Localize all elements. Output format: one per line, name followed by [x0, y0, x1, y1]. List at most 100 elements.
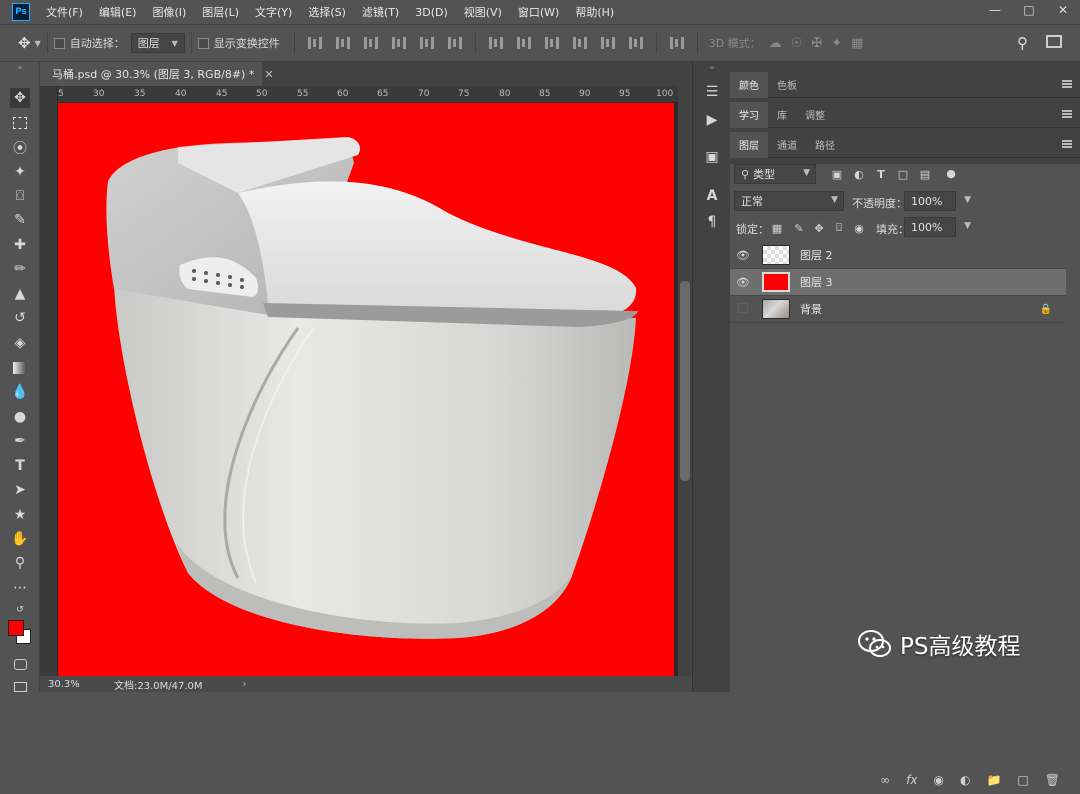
tab-learn[interactable]: 学习	[730, 101, 768, 128]
add-mask-icon[interactable]: ◉	[934, 773, 944, 787]
healing-brush-icon[interactable]: ✚	[10, 235, 30, 255]
lock-transparent-icon[interactable]: ▦	[770, 221, 784, 235]
blend-mode-dropdown[interactable]: 正常 ▼	[734, 191, 844, 211]
show-transform-checkbox[interactable]	[197, 37, 209, 49]
distribute-hcenter-icon[interactable]	[600, 37, 615, 49]
type-tool-icon[interactable]: T	[10, 456, 30, 476]
chevron-down-icon[interactable]: ▼	[964, 221, 971, 231]
filter-shape-icon[interactable]: □	[896, 167, 910, 181]
search-icon[interactable]: ⚲	[1017, 34, 1028, 52]
tab-swatches[interactable]: 色板	[768, 72, 806, 98]
layer-name[interactable]: 图层 2	[800, 247, 833, 263]
gradient-tool-icon[interactable]	[10, 358, 30, 378]
link-layers-icon[interactable]: ∞	[880, 773, 890, 787]
quick-mask-icon[interactable]	[10, 654, 30, 674]
menu-type[interactable]: 文字(Y)	[255, 4, 292, 20]
path-selection-icon[interactable]: ➤	[10, 480, 30, 500]
history-panel-icon[interactable]: ☰	[702, 82, 722, 102]
panel-menu-icon[interactable]	[1062, 140, 1072, 148]
menu-layer[interactable]: 图层(L)	[202, 4, 239, 20]
menu-file[interactable]: 文件(F)	[46, 4, 83, 20]
3d-panel-icon[interactable]: ▣	[702, 147, 722, 167]
lock-artboard-icon[interactable]: ⌼	[832, 221, 846, 235]
chevron-down-icon[interactable]: ▼	[964, 195, 971, 205]
filter-toggle-icon[interactable]: ●	[944, 166, 958, 180]
align-hcenter-icon[interactable]	[419, 37, 434, 49]
filter-type-icon[interactable]: T	[874, 167, 888, 181]
filter-pixel-icon[interactable]: ▣	[830, 167, 844, 181]
auto-select-checkbox[interactable]	[53, 37, 65, 49]
layer-name[interactable]: 背景	[800, 301, 822, 317]
menu-window[interactable]: 窗口(W)	[518, 4, 559, 20]
marquee-tool-icon[interactable]	[10, 113, 30, 133]
status-chevron-icon[interactable]: ›	[243, 679, 247, 690]
distribute-left-icon[interactable]	[572, 37, 587, 49]
close-button[interactable]: ✕	[1046, 0, 1080, 20]
delete-layer-icon[interactable]: 🗑	[1045, 773, 1060, 787]
auto-select-dropdown[interactable]: 图层 ▼	[130, 33, 185, 53]
new-group-icon[interactable]: 📁	[986, 773, 1001, 787]
menu-3d[interactable]: 3D(D)	[415, 6, 448, 19]
minimize-button[interactable]: —	[978, 0, 1012, 20]
opacity-field[interactable]: 100% ▼	[904, 191, 971, 211]
panel-menu-icon[interactable]	[1062, 80, 1072, 88]
tab-channels[interactable]: 通道	[768, 132, 806, 158]
document-canvas[interactable]	[58, 103, 674, 676]
document-tab[interactable]: 马桶.psd @ 30.3% (图层 3, RGB/8#) * ✕	[40, 62, 274, 86]
panel-menu-icon[interactable]	[1062, 110, 1072, 118]
workspace-icon[interactable]	[1046, 35, 1062, 48]
lock-image-icon[interactable]: ✎	[792, 221, 806, 235]
filter-adjustment-icon[interactable]: ◐	[852, 167, 866, 181]
paragraph-panel-icon[interactable]: ¶	[702, 212, 722, 232]
menu-filter[interactable]: 滤镜(T)	[362, 4, 399, 20]
distribute-bottom-icon[interactable]	[544, 37, 559, 49]
align-right-icon[interactable]	[447, 37, 462, 49]
layer-row[interactable]: 背景 🔒	[730, 296, 1066, 323]
layer-filter-dropdown[interactable]: ⚲ 类型 ▼	[734, 164, 816, 184]
eraser-tool-icon[interactable]: ◈	[10, 333, 30, 353]
blur-tool-icon[interactable]: 💧	[10, 382, 30, 402]
tab-color[interactable]: 颜色	[730, 71, 768, 98]
swap-colors-icon[interactable]: ↺	[10, 600, 30, 620]
scrollbar-thumb[interactable]	[680, 281, 690, 481]
lock-all-icon[interactable]: ◉	[852, 221, 866, 235]
align-left-icon[interactable]	[391, 37, 406, 49]
filter-smart-object-icon[interactable]: ▤	[918, 167, 932, 181]
actions-panel-icon[interactable]: ▶	[702, 110, 722, 130]
shape-tool-icon[interactable]: ★	[10, 505, 30, 525]
align-top-icon[interactable]	[307, 37, 322, 49]
menu-edit[interactable]: 编辑(E)	[99, 4, 137, 20]
crop-tool-icon[interactable]: ⌼	[10, 186, 30, 206]
menu-help[interactable]: 帮助(H)	[575, 4, 614, 20]
screen-mode-icon[interactable]	[10, 677, 30, 697]
move-tool-icon[interactable]: ✥	[10, 88, 30, 108]
close-tab-icon[interactable]: ✕	[264, 68, 273, 81]
canvas-area[interactable]	[58, 103, 678, 676]
fill-field[interactable]: 100% ▼	[904, 217, 971, 237]
distribute-top-icon[interactable]	[488, 37, 503, 49]
tab-layers[interactable]: 图层	[730, 131, 768, 158]
pen-tool-icon[interactable]: ✒	[10, 431, 30, 451]
history-brush-icon[interactable]: ↺	[10, 308, 30, 328]
tab-libraries[interactable]: 库	[768, 102, 796, 128]
foreground-color-swatch[interactable]	[8, 620, 24, 636]
character-panel-icon[interactable]: A	[702, 186, 722, 206]
eyedropper-icon[interactable]: ✎	[10, 210, 30, 230]
hand-tool-icon[interactable]: ✋	[10, 529, 30, 549]
collapse-chevron-icon[interactable]: »	[10, 62, 30, 72]
adjustment-layer-icon[interactable]: ◐	[960, 773, 970, 787]
magic-wand-icon[interactable]: ✦	[10, 162, 30, 182]
menu-image[interactable]: 图像(I)	[152, 4, 186, 20]
align-bottom-icon[interactable]	[363, 37, 378, 49]
distribute-vcenter-icon[interactable]	[516, 37, 531, 49]
lasso-tool-icon[interactable]: ⦿	[10, 138, 30, 158]
more-tools-icon[interactable]: ⋯	[10, 578, 30, 598]
tab-paths[interactable]: 路径	[806, 132, 844, 158]
layer-row[interactable]: 👁 图层 3	[730, 269, 1066, 296]
distribute-right-icon[interactable]	[628, 37, 643, 49]
layer-row[interactable]: 👁 图层 2	[730, 242, 1066, 269]
collapse-chevron-icon[interactable]: »	[702, 62, 722, 72]
zoom-tool-icon[interactable]: ⚲	[10, 553, 30, 573]
menu-view[interactable]: 视图(V)	[464, 4, 502, 20]
layer-style-icon[interactable]: fx	[906, 773, 917, 787]
